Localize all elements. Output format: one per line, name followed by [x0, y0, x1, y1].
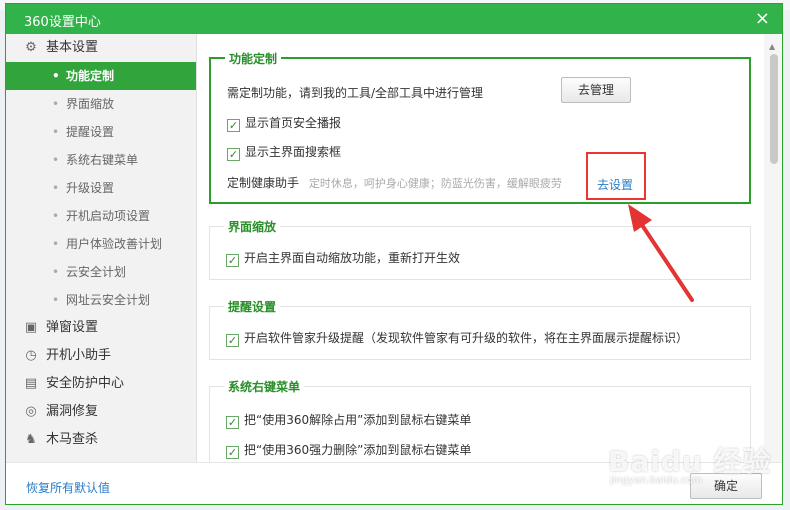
- sidebar-group-label: 木马查杀: [46, 432, 99, 447]
- sidebar-group-label: 弹窗设置: [46, 320, 99, 335]
- clock-icon: ◷: [25, 348, 37, 363]
- window-title: 360设置中心: [24, 15, 101, 30]
- sidebar-item-feature-custom[interactable]: 功能定制: [6, 62, 196, 90]
- checkbox-force-delete-menu[interactable]: ✓ 把“使用360强力删除”添加到鼠标右键菜单: [226, 441, 471, 459]
- checkbox-label: 显示首页安全播报: [245, 116, 342, 130]
- sidebar-item-upgrade[interactable]: 升级设置: [6, 174, 196, 202]
- sidebar-group-patch[interactable]: ◎ 漏洞修复: [6, 398, 196, 426]
- health-assistant-row: 定制健康助手 定时休息，呵护身心健康；防蓝光伤害，缓解眼疲劳: [227, 174, 562, 191]
- checkbox-checked-icon[interactable]: ✓: [226, 446, 239, 459]
- settings-content: 功能定制 需定制功能，请到我的工具/全部工具中进行管理 去管理 ✓ 显示首页安全播…: [197, 34, 765, 462]
- sidebar-group-label: 安全防护中心: [46, 376, 125, 391]
- patch-icon: ◎: [25, 404, 37, 419]
- sidebar-group-popup[interactable]: ▣ 弹窗设置: [6, 314, 196, 342]
- sidebar-group-label: 开机小助手: [46, 348, 112, 363]
- checkbox-label: 把“使用360强力删除”添加到鼠标右键菜单: [244, 443, 472, 457]
- section-title: 界面缩放: [224, 218, 281, 235]
- section-title: 功能定制: [225, 50, 282, 67]
- sidebar-item-ux-plan[interactable]: 用户体验改善计划: [6, 230, 196, 258]
- checkbox-checked-icon[interactable]: ✓: [227, 148, 240, 161]
- checkbox-checked-icon[interactable]: ✓: [227, 119, 240, 132]
- checkbox-checked-icon[interactable]: ✓: [226, 334, 239, 347]
- checkbox-label: 开启软件管家升级提醒（发现软件管家有可升级的软件，将在主界面展示提醒标识）: [244, 331, 689, 345]
- title-bar: 360设置中心 ×: [6, 4, 782, 34]
- annotation-highlight-box: [586, 152, 646, 200]
- checkbox-checked-icon[interactable]: ✓: [226, 254, 239, 267]
- watermark-logo: Baidu 经验: [608, 445, 772, 478]
- checkbox-label: 把“使用360解除占用”添加到鼠标右键菜单: [244, 413, 472, 427]
- sidebar-item-context-menu[interactable]: 系统右键菜单: [6, 146, 196, 174]
- manage-button[interactable]: 去管理: [561, 77, 631, 103]
- health-assistant-label: 定制健康助手: [227, 176, 300, 190]
- sidebar-item-startup[interactable]: 开机启动项设置: [6, 202, 196, 230]
- gear-icon: ⚙: [25, 40, 37, 55]
- checkbox-label: 开启主界面自动缩放功能，重新打开生效: [244, 251, 461, 265]
- checkbox-home-broadcast[interactable]: ✓ 显示首页安全播报: [227, 114, 341, 132]
- checkbox-unlock-menu[interactable]: ✓ 把“使用360解除占用”添加到鼠标右键菜单: [226, 411, 471, 429]
- section-title: 系统右键菜单: [224, 378, 305, 395]
- watermark-url: jingyan.baidu.com: [610, 475, 703, 486]
- sidebar-group-protection[interactable]: ▤ 安全防护中心: [6, 370, 196, 398]
- sidebar-group-basic[interactable]: ⚙ 基本设置: [6, 34, 196, 62]
- section-zoom: 界面缩放 ✓ 开启主界面自动缩放功能，重新打开生效: [209, 218, 751, 280]
- sidebar-group-boot-assistant[interactable]: ◷ 开机小助手: [6, 342, 196, 370]
- checkbox-label: 显示主界面搜索框: [245, 145, 342, 159]
- health-assistant-desc: 定时休息，呵护身心健康；防蓝光伤害，缓解眼疲劳: [308, 177, 562, 190]
- settings-window: 360设置中心 × ⚙ 基本设置 功能定制 界面缩放 提醒设置 系统右键菜单 升…: [5, 3, 783, 505]
- section-reminder: 提醒设置 ✓ 开启软件管家升级提醒（发现软件管家有可升级的软件，将在主界面展示提醒…: [209, 298, 751, 360]
- horse-icon: ♞: [25, 432, 37, 447]
- sidebar-item-cloud-security[interactable]: 云安全计划: [6, 258, 196, 286]
- sidebar-item-url-cloud[interactable]: 网址云安全计划: [6, 286, 196, 314]
- scroll-up-icon[interactable]: ▲: [769, 42, 775, 51]
- manage-hint: 需定制功能，请到我的工具/全部工具中进行管理: [227, 86, 484, 100]
- section-title: 提醒设置: [224, 298, 281, 315]
- section-feature-custom: 功能定制 需定制功能，请到我的工具/全部工具中进行管理 去管理 ✓ 显示首页安全播…: [209, 50, 751, 204]
- close-icon[interactable]: ×: [755, 8, 770, 29]
- sidebar-group-label: 基本设置: [46, 40, 99, 55]
- scroll-thumb[interactable]: [770, 54, 778, 164]
- sidebar-item-zoom[interactable]: 界面缩放: [6, 90, 196, 118]
- scrollbar[interactable]: ▲: [764, 34, 782, 462]
- sidebar-group-trojan[interactable]: ♞ 木马查杀: [6, 426, 196, 454]
- checkbox-checked-icon[interactable]: ✓: [226, 416, 239, 429]
- sidebar-item-reminder[interactable]: 提醒设置: [6, 118, 196, 146]
- sidebar-group-label: 漏洞修复: [46, 404, 99, 419]
- checkbox-search-box[interactable]: ✓ 显示主界面搜索框: [227, 143, 341, 161]
- popup-icon: ▣: [24, 320, 38, 335]
- shield-icon: ▤: [24, 376, 38, 391]
- checkbox-upgrade-reminder[interactable]: ✓ 开启软件管家升级提醒（发现软件管家有可升级的软件，将在主界面展示提醒标识）: [226, 329, 688, 347]
- sidebar: ⚙ 基本设置 功能定制 界面缩放 提醒设置 系统右键菜单 升级设置 开机启动项设…: [6, 34, 197, 462]
- checkbox-auto-zoom[interactable]: ✓ 开启主界面自动缩放功能，重新打开生效: [226, 249, 460, 267]
- restore-defaults-link[interactable]: 恢复所有默认值: [26, 479, 110, 496]
